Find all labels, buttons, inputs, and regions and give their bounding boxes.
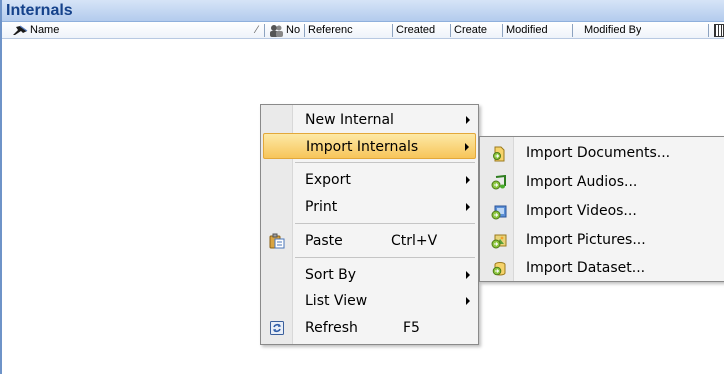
column-divider[interactable] bbox=[264, 24, 265, 37]
menu-item-label: Export bbox=[305, 172, 351, 188]
submenu-item-import-pictures[interactable]: Import Pictures... bbox=[482, 226, 724, 255]
menu-item-import-internals[interactable]: Import Internals bbox=[263, 133, 476, 159]
menu-item-label: Print bbox=[305, 199, 338, 215]
submenu-arrow-icon bbox=[466, 116, 470, 124]
column-header-name[interactable]: Name bbox=[30, 22, 59, 39]
context-menu: New Internal Import Internals Export Pri… bbox=[260, 104, 479, 345]
panel-title: Internals bbox=[2, 0, 724, 22]
column-divider[interactable] bbox=[708, 24, 709, 37]
video-import-icon bbox=[491, 205, 507, 220]
menu-item-label: Sort By bbox=[305, 267, 357, 283]
menu-item-label: New Internal bbox=[305, 112, 394, 128]
menu-item-list-view[interactable]: List View bbox=[263, 288, 476, 314]
paste-icon bbox=[269, 233, 285, 249]
pin-icon bbox=[13, 25, 28, 35]
column-divider[interactable] bbox=[450, 24, 451, 37]
dataset-import-icon bbox=[492, 262, 506, 276]
submenu-item-label: Import Videos... bbox=[526, 203, 637, 219]
submenu-item-import-documents[interactable]: Import Documents... bbox=[482, 139, 724, 168]
column-divider[interactable] bbox=[502, 24, 503, 37]
column-divider[interactable] bbox=[572, 24, 573, 37]
submenu-item-label: Import Dataset... bbox=[526, 260, 646, 276]
submenu-arrow-icon bbox=[466, 176, 470, 184]
menu-item-label: Import Internals bbox=[306, 139, 419, 155]
menu-separator bbox=[295, 257, 475, 258]
menu-item-new-internal[interactable]: New Internal bbox=[263, 107, 476, 133]
people-icon[interactable] bbox=[269, 24, 283, 37]
menu-separator bbox=[295, 223, 475, 224]
submenu-item-label: Import Pictures... bbox=[526, 232, 646, 248]
column-header-created[interactable]: Created bbox=[396, 22, 435, 39]
audio-import-icon bbox=[491, 175, 506, 190]
submenu-arrow-icon bbox=[466, 297, 470, 305]
column-header-no[interactable]: No bbox=[286, 22, 300, 39]
document-import-icon bbox=[493, 146, 505, 162]
sort-indicator-icon: ⁄ bbox=[256, 24, 258, 36]
submenu-arrow-icon bbox=[465, 143, 469, 151]
menu-item-label: Refresh bbox=[305, 320, 358, 336]
refresh-icon bbox=[270, 321, 284, 335]
column-divider[interactable] bbox=[392, 24, 393, 37]
menu-item-shortcut: Ctrl+V bbox=[391, 233, 438, 249]
menu-item-print[interactable]: Print bbox=[263, 194, 476, 220]
import-internals-submenu: Import Documents... Import Audios... Imp… bbox=[479, 136, 724, 282]
submenu-item-import-videos[interactable]: Import Videos... bbox=[482, 197, 724, 226]
menu-separator bbox=[295, 162, 475, 163]
menu-item-label: Paste bbox=[305, 233, 343, 249]
column-divider[interactable] bbox=[304, 24, 305, 37]
picture-import-icon bbox=[491, 234, 507, 249]
menu-item-refresh[interactable]: Refresh F5 bbox=[263, 315, 476, 341]
submenu-arrow-icon bbox=[466, 271, 470, 279]
column-header-create[interactable]: Create bbox=[454, 22, 487, 39]
submenu-item-import-dataset[interactable]: Import Dataset... bbox=[482, 254, 724, 283]
menu-item-shortcut: F5 bbox=[403, 320, 420, 336]
submenu-arrow-icon bbox=[466, 203, 470, 211]
submenu-item-label: Import Audios... bbox=[526, 174, 638, 190]
column-header-reference[interactable]: Referenc bbox=[308, 22, 390, 39]
menu-item-sort-by[interactable]: Sort By bbox=[263, 262, 476, 288]
column-header-row: Name ⁄ No Referenc Created Create Modifi… bbox=[2, 22, 724, 39]
internals-panel: Internals Name ⁄ No Referenc Created Cre… bbox=[0, 0, 724, 374]
menu-item-paste[interactable]: Paste Ctrl+V bbox=[263, 228, 476, 254]
submenu-item-label: Import Documents... bbox=[526, 145, 671, 161]
column-chooser-icon[interactable] bbox=[714, 24, 724, 37]
submenu-item-import-audios[interactable]: Import Audios... bbox=[482, 168, 724, 197]
menu-item-label: List View bbox=[305, 293, 368, 309]
column-header-modified-by[interactable]: Modified By bbox=[584, 22, 641, 39]
column-header-modified[interactable]: Modified bbox=[506, 22, 548, 39]
menu-item-export[interactable]: Export bbox=[263, 167, 476, 193]
